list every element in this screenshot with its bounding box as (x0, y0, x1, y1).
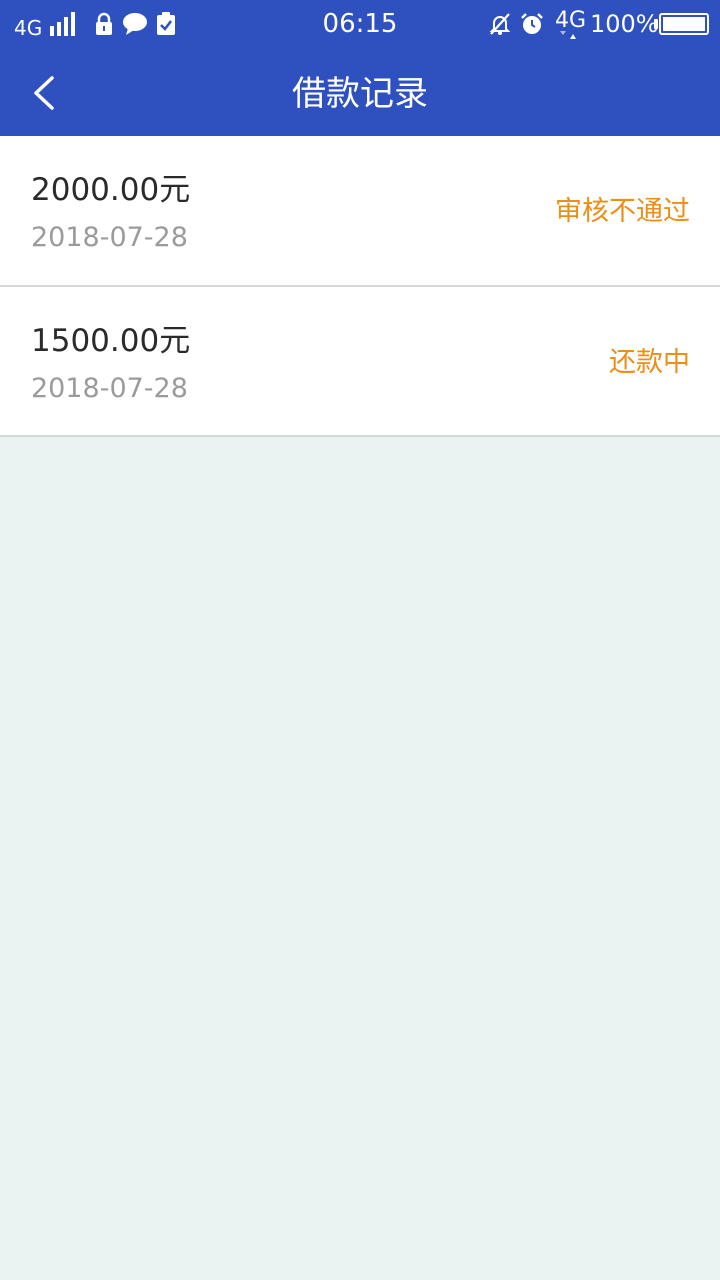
nav-bar: 借款记录 (0, 52, 720, 136)
back-button[interactable] (20, 64, 80, 124)
battery-level (663, 17, 705, 31)
battery-icon (659, 13, 709, 35)
bell-muted-icon (489, 13, 511, 35)
loan-amount: 2000.00元 (31, 172, 191, 208)
app-header: 4G 06:15 4G 100% 借款记录 (0, 0, 720, 136)
battery-tip (654, 19, 658, 29)
chevron-left-icon (34, 76, 54, 110)
loan-date: 2018-07-28 (31, 222, 188, 253)
alarm-clock-icon (521, 13, 543, 34)
loan-record-list: 2000.00元 2018-07-28 审核不通过 1500.00元 2018-… (0, 136, 720, 437)
status-bar: 4G 06:15 4G 100% (0, 0, 720, 52)
loan-status: 审核不通过 (555, 196, 690, 227)
loan-date: 2018-07-28 (31, 373, 188, 404)
data-activity-icon (560, 31, 576, 39)
loan-status: 还款中 (609, 347, 690, 378)
loan-amount: 1500.00元 (31, 323, 191, 359)
loan-record-item[interactable]: 2000.00元 2018-07-28 审核不通过 (0, 136, 720, 287)
page-title: 借款记录 (292, 74, 428, 114)
loan-record-item[interactable]: 1500.00元 2018-07-28 还款中 (0, 287, 720, 437)
battery-percent: 100% (590, 10, 659, 38)
